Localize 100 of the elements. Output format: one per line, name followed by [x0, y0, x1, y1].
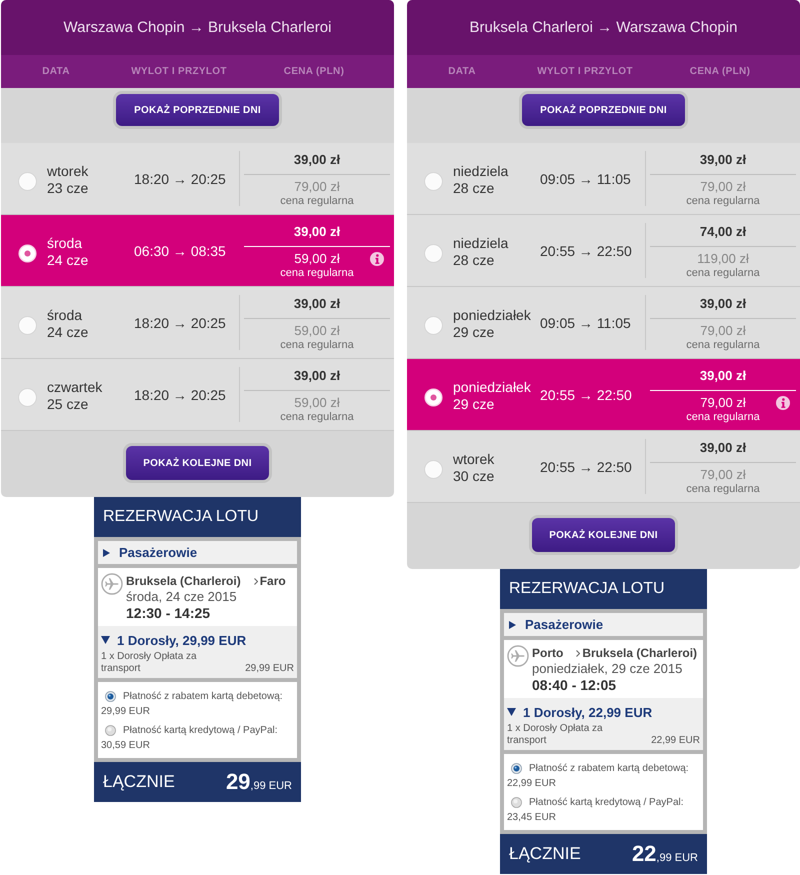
- origin-airport: Bruksela (Charleroi): [126, 573, 241, 589]
- regular-price: 59,00 zł: [294, 251, 340, 267]
- flight-row[interactable]: wtorek 30 cze 20:55 → 22:50 39,00 zł 79,00 zł cena regularna: [407, 431, 800, 503]
- travel-date: poniedziałek, 29 cze 2015: [532, 661, 682, 677]
- total-amount: 22,99 EUR: [632, 841, 698, 867]
- caret-icon: [101, 636, 110, 644]
- previous-days-button[interactable]: POKAŻ POPRZEDNIE DNI: [116, 94, 279, 126]
- plane-icon: [101, 573, 123, 595]
- passengers-toggle[interactable]: Pasażerowie: [504, 613, 703, 636]
- radio-button[interactable]: [424, 172, 443, 190]
- route-title: Warszawa Chopin → Bruksela Charleroi: [64, 19, 332, 36]
- regular-price: 79,00 zł: [700, 395, 746, 411]
- payment-amount: 29,99 EUR: [101, 705, 150, 719]
- column-header: WYLOT I PRZYLOT: [537, 66, 633, 77]
- radio-button[interactable]: [424, 388, 443, 406]
- payment-amount: 23,45 EUR: [507, 811, 556, 825]
- payment-label: Płatność z rabatem kartą debetową:: [529, 762, 689, 774]
- radio-button[interactable]: [18, 172, 37, 190]
- column-header: WYLOT I PRZYLOT: [131, 66, 227, 77]
- next-days-button[interactable]: POKAŻ KOLEJNE DNI: [126, 446, 269, 480]
- radio-button[interactable]: [424, 244, 443, 262]
- payment-amount: 30,59 EUR: [101, 739, 150, 753]
- regular-price: 79,00 zł: [700, 179, 746, 195]
- flight-times: 18:20 → 20:25: [134, 314, 226, 330]
- regular-price-label: cena regularna: [686, 339, 760, 351]
- chevron-icon: [576, 650, 580, 656]
- day-name: czwartek: [47, 379, 102, 396]
- flight-date: 24 cze: [47, 324, 88, 341]
- day-name: wtorek: [453, 451, 494, 468]
- flight-times: 20:55 → 22:50: [540, 242, 632, 258]
- origin-airport: Porto: [532, 645, 564, 661]
- flight-time-range: 08:40 - 12:05: [532, 677, 616, 693]
- regular-price-label: cena regularna: [686, 483, 760, 495]
- regular-price: 79,00 zł: [294, 179, 340, 195]
- radio-button[interactable]: [424, 460, 443, 478]
- next-days-button[interactable]: POKAŻ KOLEJNE DNI: [532, 518, 675, 552]
- promo-price: 39,00 zł: [294, 295, 340, 313]
- column-header: CENA (PLN): [690, 66, 750, 77]
- total-amount: 29,99 EUR: [226, 769, 292, 795]
- flight-row[interactable]: wtorek 23 cze 18:20 → 20:25 39,00 zł 79,00 zł cena regularna: [1, 143, 394, 215]
- radio-button[interactable]: [424, 316, 443, 334]
- day-name: środa: [47, 307, 82, 324]
- radio-button[interactable]: [18, 244, 37, 262]
- promo-price: 39,00 zł: [700, 367, 746, 385]
- regular-price: 79,00 zł: [700, 323, 746, 339]
- radio-button[interactable]: [511, 762, 522, 774]
- info-icon[interactable]: [776, 396, 790, 410]
- flight-times: 18:20 → 20:25: [134, 170, 226, 186]
- info-icon[interactable]: [370, 252, 384, 266]
- flight-date: 23 cze: [47, 180, 88, 197]
- total-label: ŁĄCZNIE: [103, 772, 175, 792]
- flight-row[interactable]: niedziela 28 cze 09:05 → 11:05 39,00 zł 79,00 zł cena regularna: [407, 143, 800, 215]
- fare-amount: 29,99 EUR: [245, 663, 294, 675]
- flight-row[interactable]: środa 24 cze 18:20 → 20:25 39,00 zł 59,00 zł cena regularna: [1, 287, 394, 359]
- chevron-icon: [254, 578, 258, 584]
- fare-toggle[interactable]: 1 Dorosły, 22,99 EUR: [507, 703, 652, 721]
- flight-row[interactable]: środa 24 cze 06:30 → 08:35 39,00 zł 59,00 zł cena regularna: [1, 215, 394, 287]
- flight-time-range: 12:30 - 14:25: [126, 605, 210, 621]
- fare-description: 1 x Dorosły Opłata za transport: [101, 651, 198, 675]
- radio-button[interactable]: [18, 388, 37, 406]
- regular-price-label: cena regularna: [280, 267, 354, 279]
- day-name: niedziela: [453, 163, 508, 180]
- plane-icon: [507, 645, 529, 667]
- booking-title: REZERWACJA LOTU: [509, 580, 665, 598]
- regular-price-label: cena regularna: [686, 195, 760, 207]
- caret-icon: [509, 620, 516, 628]
- regular-price-label: cena regularna: [280, 411, 354, 423]
- regular-price-label: cena regularna: [686, 267, 760, 279]
- regular-price: 79,00 zł: [700, 467, 746, 483]
- flight-row[interactable]: czwartek 25 cze 18:20 → 20:25 39,00 zł 59,00 zł cena regularna: [1, 359, 394, 431]
- radio-button[interactable]: [105, 724, 116, 736]
- flight-times: 20:55 → 22:50: [540, 458, 632, 474]
- passengers-toggle[interactable]: Pasażerowie: [98, 541, 297, 564]
- flight-date: 29 cze: [453, 324, 494, 341]
- flight-times: 09:05 → 11:05: [540, 314, 631, 330]
- regular-price-label: cena regularna: [280, 339, 354, 351]
- fare-toggle[interactable]: 1 Dorosły, 29,99 EUR: [101, 631, 246, 649]
- total-label: ŁĄCZNIE: [509, 844, 581, 864]
- payment-label: Płatność z rabatem kartą debetową:: [123, 690, 283, 702]
- day-name: wtorek: [47, 163, 88, 180]
- radio-button[interactable]: [511, 796, 522, 808]
- flight-times: 18:20 → 20:25: [134, 386, 226, 402]
- regular-price: 59,00 zł: [294, 395, 340, 411]
- previous-days-button[interactable]: POKAŻ POPRZEDNIE DNI: [522, 94, 685, 126]
- promo-price: 39,00 zł: [294, 367, 340, 385]
- day-name: poniedziałek: [453, 379, 531, 396]
- promo-price: 39,00 zł: [294, 223, 340, 241]
- day-name: poniedziałek: [453, 307, 531, 324]
- flight-times: 09:05 → 11:05: [540, 170, 631, 186]
- radio-button[interactable]: [105, 690, 116, 702]
- radio-button[interactable]: [18, 316, 37, 334]
- promo-price: 39,00 zł: [700, 295, 746, 313]
- destination-airport: Bruksela (Charleroi): [582, 645, 698, 661]
- booking-title: REZERWACJA LOTU: [103, 508, 259, 526]
- flight-row[interactable]: niedziela 28 cze 20:55 → 22:50 74,00 zł 119,00 zł cena regularna: [407, 215, 800, 287]
- travel-date: środa, 24 cze 2015: [126, 589, 237, 605]
- regular-price: 119,00 zł: [697, 251, 749, 267]
- promo-price: 74,00 zł: [700, 223, 746, 241]
- regular-price-label: cena regularna: [686, 411, 760, 423]
- regular-price-label: cena regularna: [280, 195, 354, 207]
